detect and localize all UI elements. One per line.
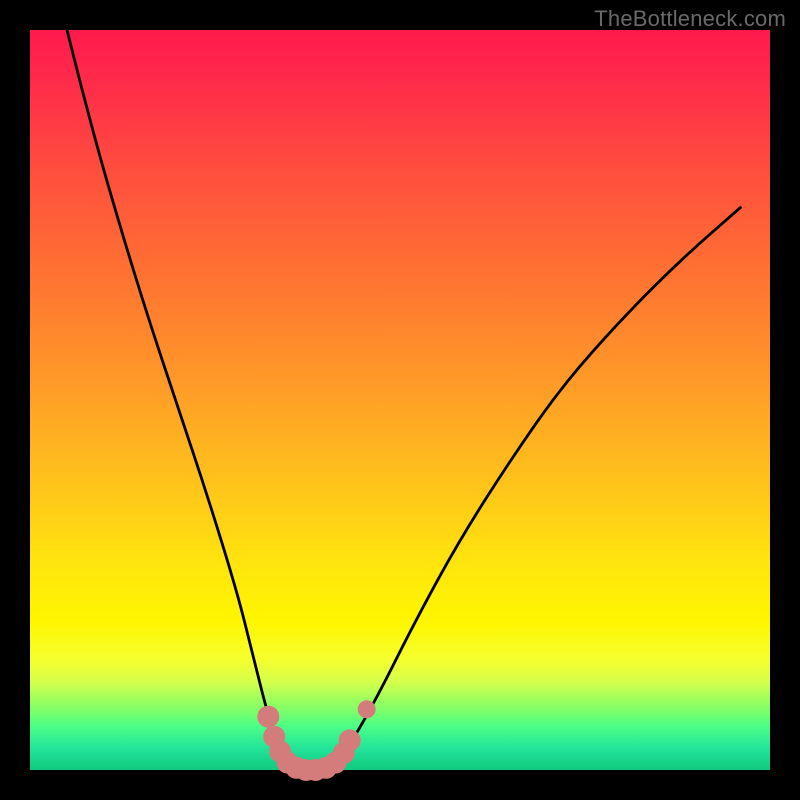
curve-layer (30, 30, 770, 770)
bottleneck-curve (67, 30, 740, 770)
plot-area (30, 30, 770, 770)
trough-dot (257, 706, 279, 728)
trough-dot (358, 700, 376, 718)
trough-dot (339, 729, 361, 751)
trough-highlight (257, 700, 375, 781)
chart-outer-frame: TheBottleneck.com (0, 0, 800, 800)
watermark-text: TheBottleneck.com (594, 6, 786, 32)
